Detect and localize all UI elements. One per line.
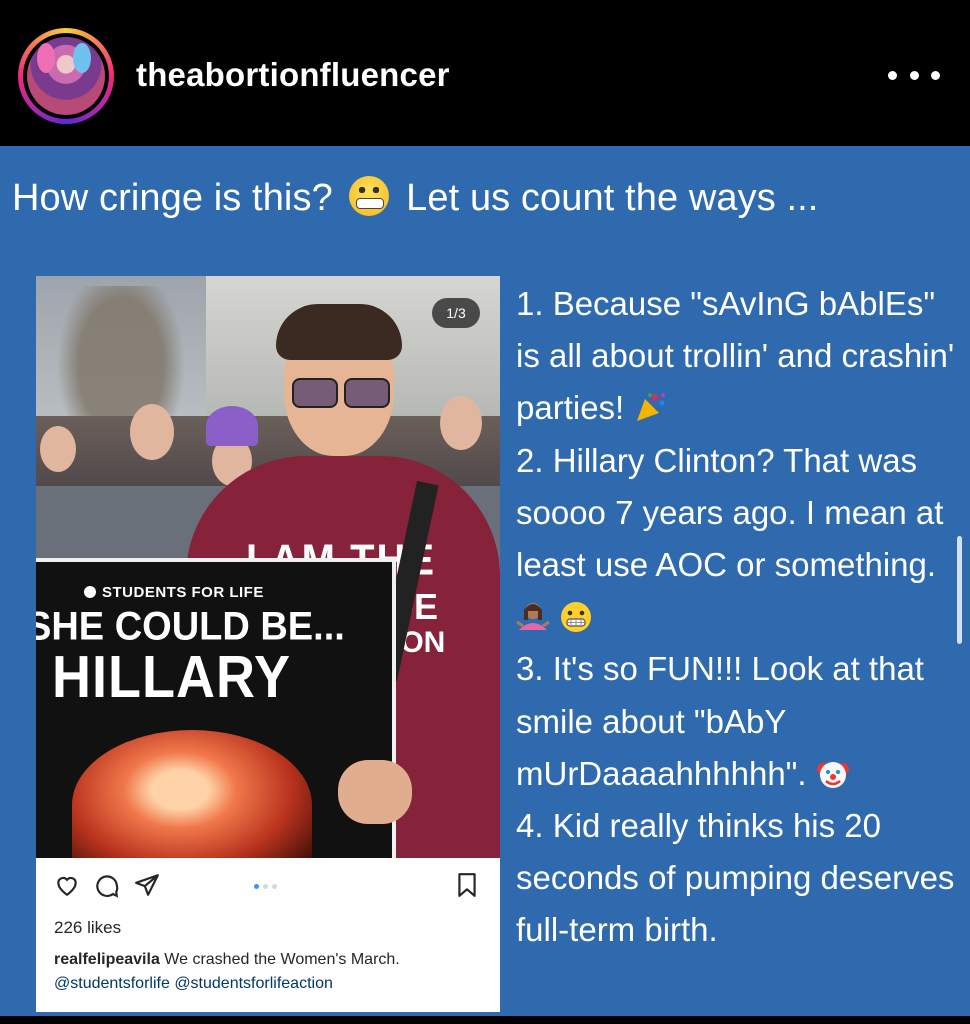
- caption: realfelipeavila We crashed the Women's M…: [54, 948, 494, 996]
- sign-org: STUDENTS FOR LIFE: [102, 584, 264, 601]
- protest-sign: STUDENTS FOR LIFE SHE COULD BE... HILLAR…: [36, 558, 396, 858]
- man-hair: [276, 304, 402, 360]
- avatar[interactable]: [18, 28, 114, 124]
- caption-username[interactable]: realfelipeavila: [54, 951, 160, 968]
- crowd-face: [130, 404, 174, 460]
- crowd-face: [40, 426, 76, 472]
- clown-icon: [816, 761, 849, 788]
- sunglasses: [292, 378, 390, 408]
- list-item: 3. It's so FUN!!! Look at that smile abo…: [516, 650, 924, 792]
- more-icon[interactable]: [888, 58, 940, 92]
- crowd-hat: [206, 406, 258, 446]
- carousel-indicator: [254, 884, 277, 889]
- numbered-list: 1. Because "sAvInG bAblEs" is all about …: [516, 278, 966, 957]
- avatar-image: [23, 33, 109, 119]
- headline-part-2: Let us count the ways ...: [406, 177, 819, 219]
- bottom-bar: [0, 1016, 970, 1024]
- headline-part-1: How cringe is this?: [12, 177, 333, 219]
- post-headline: How cringe is this? Let us count the way…: [12, 176, 818, 220]
- sign-line-2: HILLARY: [52, 644, 291, 710]
- avatar-hair-right: [73, 43, 91, 73]
- carousel-counter: 1/3: [432, 298, 480, 328]
- action-bar: [36, 858, 500, 912]
- post-header: theabortionfluencer: [0, 0, 970, 146]
- comment-icon[interactable]: [94, 872, 120, 898]
- grimace-icon: [561, 602, 592, 633]
- heart-icon[interactable]: [54, 872, 80, 898]
- embedded-instagram-post: I AM THE FE ION STUDENTS FOR LIFE SHE CO…: [36, 276, 500, 1012]
- grimace-icon: [349, 176, 390, 216]
- list-item: 4. Kid really thinks his 20 seconds of p…: [516, 807, 955, 949]
- avatar-hair-left: [37, 43, 55, 73]
- share-icon[interactable]: [134, 872, 160, 898]
- crowd-face: [440, 396, 482, 450]
- party-popper-icon: [637, 393, 666, 422]
- scrollbar[interactable]: [957, 536, 962, 644]
- caption-text: We crashed the Women's March.: [164, 951, 400, 968]
- sfl-logo-icon: [84, 586, 96, 598]
- mention-link[interactable]: @studentsforlife: [54, 975, 170, 992]
- likes-count[interactable]: 226 likes: [54, 918, 121, 938]
- username[interactable]: theabortionfluencer: [136, 56, 450, 94]
- woman-shrugging-icon: [516, 603, 550, 631]
- list-item: 2. Hillary Clinton? That was soooo 7 yea…: [516, 435, 966, 644]
- post-image: How cringe is this? Let us count the way…: [0, 146, 970, 1016]
- hand: [338, 760, 412, 824]
- bookmark-icon[interactable]: [454, 872, 480, 898]
- embedded-photo: I AM THE FE ION STUDENTS FOR LIFE SHE CO…: [36, 276, 500, 858]
- list-item: 1. Because "sAvInG bAblEs" is all about …: [516, 285, 955, 427]
- mention-link[interactable]: @studentsforlifeaction: [174, 975, 333, 992]
- sign-image: [72, 730, 312, 858]
